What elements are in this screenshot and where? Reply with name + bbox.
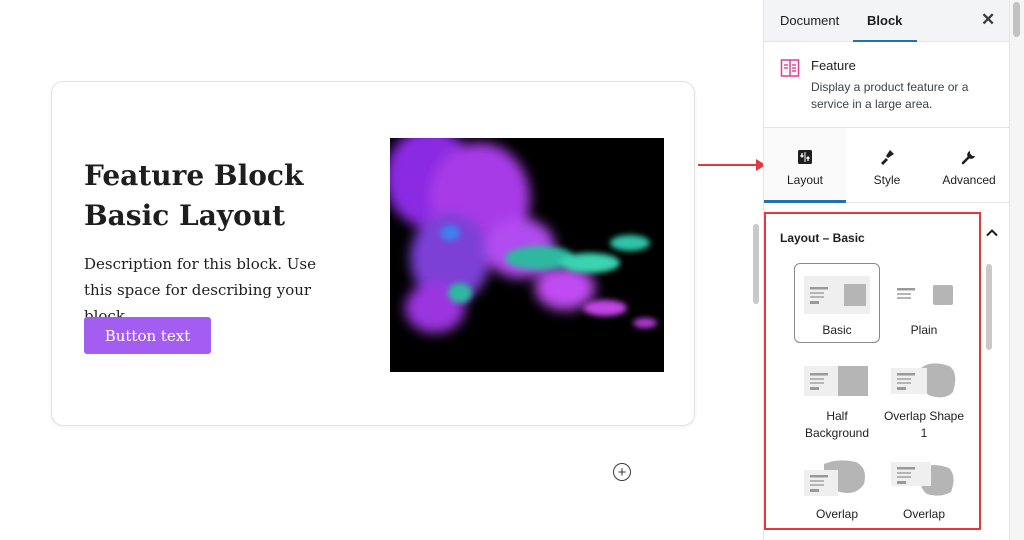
block-card: Feature Display a product feature or a s… xyxy=(764,42,1010,128)
tab-layout[interactable]: Layout xyxy=(764,128,846,203)
close-icon[interactable]: ✕ xyxy=(981,10,995,30)
tab-style-label: Style xyxy=(873,173,901,187)
wrench-icon xyxy=(961,151,975,165)
layout-overlap-shape-1-thumbnail xyxy=(891,362,957,400)
block-description: Display a product feature or a service i… xyxy=(811,80,969,111)
feature-block[interactable]: Feature Block Basic Layout Description f… xyxy=(51,81,695,426)
feature-title[interactable]: Feature Block Basic Layout xyxy=(84,156,344,236)
tab-block[interactable]: Block xyxy=(852,0,918,42)
layout-option-overlap-a[interactable]: Overlap xyxy=(794,448,880,523)
tab-layout-label: Layout xyxy=(786,173,824,187)
feature-button[interactable]: Button text xyxy=(84,317,211,354)
window-scrollbar-track[interactable] xyxy=(1009,0,1024,540)
tab-advanced-label: Advanced xyxy=(942,173,996,187)
feature-block-icon xyxy=(780,59,800,77)
layout-basic-label: Basic xyxy=(822,323,852,337)
layout-option-half-background[interactable]: Half Background xyxy=(794,350,880,442)
layout-overlap-b-thumbnail xyxy=(891,460,957,498)
editor-canvas: Feature Block Basic Layout Description f… xyxy=(0,0,759,540)
layout-option-overlap-b[interactable]: Overlap xyxy=(881,448,967,523)
layout-overlap-a-thumbnail xyxy=(804,460,870,498)
layouts-panel: Layout – Basic Basic Plain Half Backgrou… xyxy=(764,212,981,530)
add-block-icon[interactable]: + xyxy=(613,463,631,481)
layout-plain-label: Plain xyxy=(910,323,938,337)
brush-icon xyxy=(881,150,894,165)
tab-document[interactable]: Document xyxy=(780,0,839,41)
layout-overlap-shape-1-label: Overlap Shape 1 xyxy=(883,409,965,440)
block-name: Feature xyxy=(811,58,856,73)
panel-tabs: Layout Style Advanced xyxy=(764,128,1010,203)
feature-image[interactable] xyxy=(390,138,664,372)
smoke-image xyxy=(390,138,664,372)
layout-icon xyxy=(798,150,812,164)
layout-plain-thumbnail xyxy=(891,276,957,314)
window-scrollbar-thumb[interactable] xyxy=(1013,2,1020,37)
layout-overlap-b-label: Overlap xyxy=(902,507,946,521)
layout-option-plain[interactable]: Plain xyxy=(881,264,967,339)
layout-basic-thumbnail xyxy=(804,276,870,314)
sidebar-tabs: Document Block ✕ xyxy=(764,0,1010,42)
annotation-arrow-line xyxy=(698,164,758,166)
tab-advanced[interactable]: Advanced xyxy=(928,128,1010,202)
layout-half-background-label: Half Background xyxy=(804,409,870,440)
layout-overlap-a-label: Overlap xyxy=(815,507,859,521)
tab-style[interactable]: Style xyxy=(846,128,928,202)
layout-half-background-thumbnail xyxy=(804,362,870,400)
layout-option-basic[interactable]: Basic xyxy=(794,263,880,343)
canvas-scrollbar[interactable] xyxy=(753,224,759,304)
layouts-title: Layout – Basic xyxy=(780,231,865,245)
chevron-up-icon[interactable] xyxy=(985,226,999,240)
layouts-scrollbar[interactable] xyxy=(986,264,992,350)
settings-sidebar: Document Block ✕ Feature Display a produ… xyxy=(763,0,1010,540)
layout-option-overlap-shape-1[interactable]: Overlap Shape 1 xyxy=(881,350,967,442)
